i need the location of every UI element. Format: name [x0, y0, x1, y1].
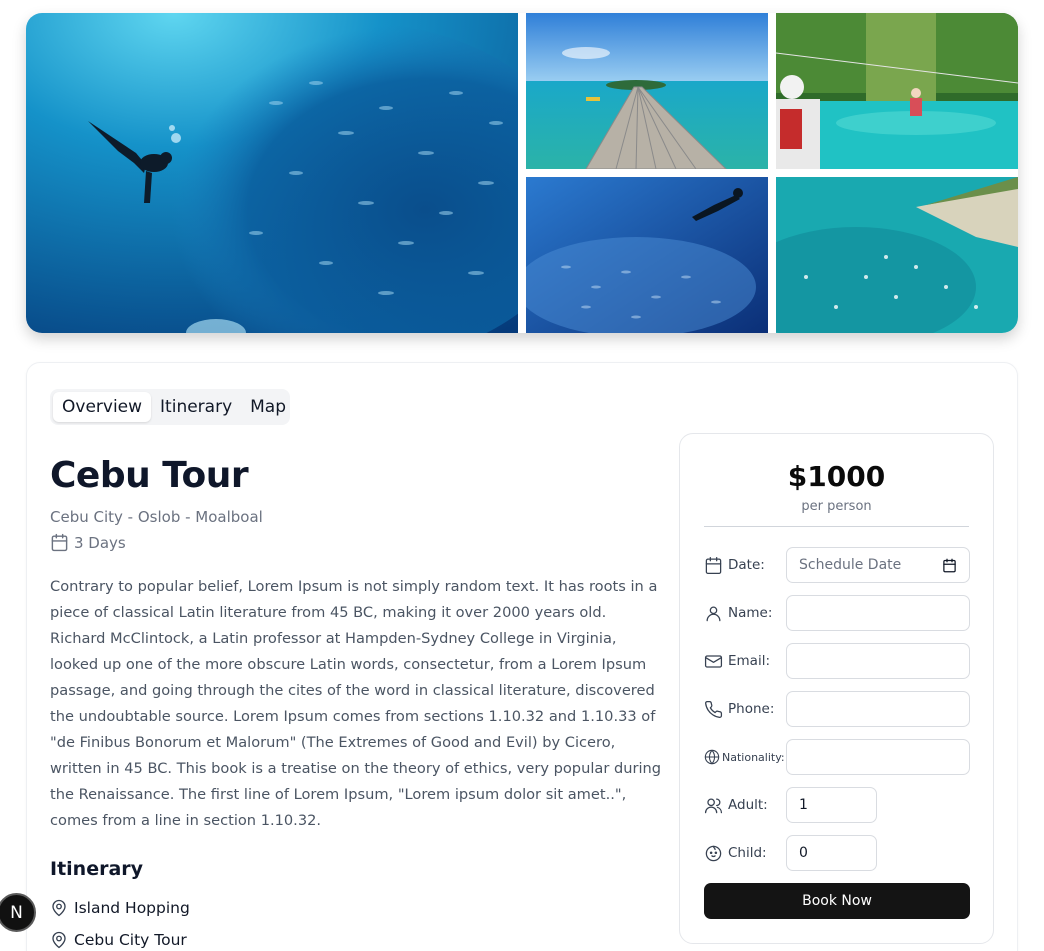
- tour-title: Cebu Tour: [50, 455, 249, 496]
- phone-label-text: Phone:: [728, 701, 775, 717]
- date-label: Date:: [704, 556, 786, 575]
- tab-overview[interactable]: Overview: [53, 392, 152, 422]
- adult-row: Adult: 1: [704, 787, 970, 823]
- diver-fish-school-image: [526, 177, 768, 333]
- nationality-label-text: Nationality:: [722, 750, 785, 764]
- date-label-text: Date:: [728, 557, 765, 573]
- booking-panel: $1000 per person Date: Schedule Date Nam…: [679, 433, 994, 944]
- child-count-input[interactable]: 0: [786, 835, 877, 871]
- diver-sardine-run-image: [26, 13, 518, 333]
- gallery-main-photo[interactable]: [26, 13, 518, 333]
- price: $1000: [787, 460, 886, 493]
- phone-input[interactable]: [786, 691, 970, 727]
- gallery-photo-pier[interactable]: [526, 13, 768, 169]
- calendar-icon: [51, 533, 68, 552]
- map-pin-icon: [52, 899, 66, 917]
- itinerary-heading: Itinerary: [50, 858, 144, 880]
- tab-map[interactable]: Map: [241, 392, 295, 422]
- price-unit: per person: [801, 499, 872, 514]
- itinerary-item-label: Island Hopping: [74, 899, 190, 917]
- itinerary-item: Cebu City Tour: [50, 924, 190, 951]
- nationality-label: Nationality:: [704, 749, 786, 765]
- adult-label-text: Adult:: [728, 797, 768, 813]
- name-label-text: Name:: [728, 605, 773, 621]
- user-icon: [706, 606, 721, 621]
- name-row: Name:: [704, 595, 970, 631]
- tab-bar: Overview Itinerary Map: [50, 389, 290, 425]
- adult-label: Adult:: [704, 796, 786, 815]
- gallery-photo-diver[interactable]: [526, 177, 768, 333]
- divider: [704, 526, 969, 527]
- child-label: Child:: [704, 844, 786, 863]
- island-pier-image: [526, 13, 768, 169]
- adult-count-input[interactable]: 1: [786, 787, 877, 823]
- nationality-row: Nationality:: [704, 739, 970, 775]
- date-row: Date: Schedule Date: [704, 547, 970, 583]
- tab-itinerary[interactable]: Itinerary: [151, 392, 241, 422]
- itinerary-item: Island Hopping: [50, 892, 190, 924]
- tour-description: Contrary to popular belief, Lorem Ipsum …: [50, 578, 662, 829]
- gallery-photo-zipline[interactable]: [776, 13, 1018, 169]
- name-label: Name:: [704, 604, 786, 623]
- zipline-waterfall-image: [776, 13, 1018, 169]
- photo-gallery: [26, 13, 1018, 333]
- phone-label: Phone:: [704, 700, 786, 719]
- phone-icon: [705, 700, 723, 718]
- child-row: Child: 0: [704, 835, 970, 871]
- name-input[interactable]: [786, 595, 970, 631]
- email-input[interactable]: [786, 643, 970, 679]
- gallery-photo-reef[interactable]: [776, 177, 1018, 333]
- email-row: Email:: [704, 643, 970, 679]
- baby-icon: [705, 845, 722, 861]
- aerial-reef-image: [776, 177, 1018, 333]
- itinerary-list: Island Hopping Cebu City Tour: [50, 892, 190, 951]
- email-label-text: Email:: [728, 653, 771, 669]
- child-label-text: Child:: [728, 845, 767, 861]
- date-placeholder: Schedule Date: [799, 557, 902, 573]
- duration-text: 3 Days: [74, 533, 126, 552]
- calendar-icon: [705, 556, 722, 574]
- nationality-input[interactable]: [786, 739, 970, 775]
- mail-icon: [704, 654, 723, 668]
- email-label: Email:: [704, 652, 786, 671]
- phone-row: Phone:: [704, 691, 970, 727]
- tour-duration: 3 Days: [50, 533, 126, 552]
- calendar-icon: [943, 558, 956, 572]
- itinerary-item-label: Cebu City Tour: [74, 931, 187, 949]
- schedule-date-picker[interactable]: Schedule Date: [786, 547, 970, 583]
- book-now-button[interactable]: Book Now: [704, 883, 970, 919]
- globe-icon: [704, 749, 720, 765]
- map-pin-icon: [52, 931, 66, 949]
- users-icon: [704, 798, 723, 813]
- tour-route: Cebu City - Oslob - Moalboal: [50, 508, 263, 526]
